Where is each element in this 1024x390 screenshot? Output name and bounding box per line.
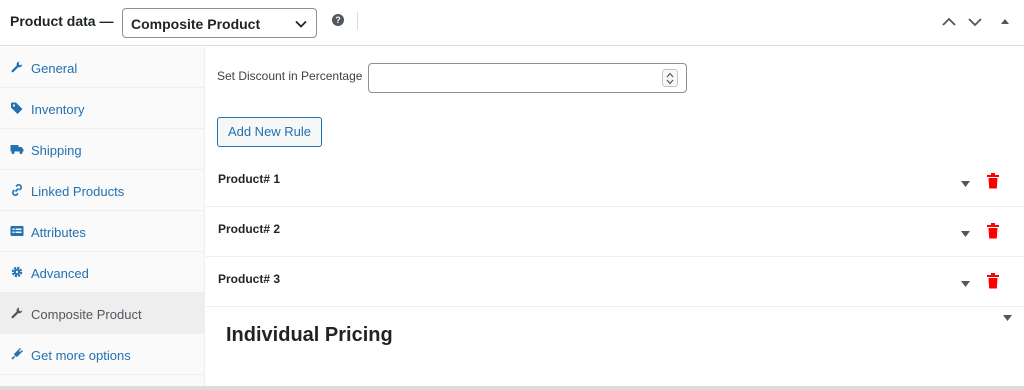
- panel-toggle-icon[interactable]: [999, 15, 1011, 27]
- discount-percentage-input[interactable]: [368, 63, 687, 93]
- rule-label: Product# 3: [218, 272, 281, 286]
- list-icon: [10, 226, 24, 236]
- tab-composite-product[interactable]: Composite Product: [0, 293, 205, 334]
- move-up-icon[interactable]: [940, 13, 958, 31]
- tab-attributes-label: Attributes: [31, 225, 86, 240]
- spin-up-icon[interactable]: [666, 72, 674, 78]
- panel-bottom-border: [0, 386, 1024, 390]
- caret-down-icon[interactable]: [961, 231, 970, 237]
- spin-down-icon[interactable]: [666, 79, 674, 85]
- individual-pricing-heading: Individual Pricing: [226, 324, 393, 346]
- rule-row[interactable]: Product# 1: [206, 157, 1024, 207]
- rule-row[interactable]: Product# 3: [206, 257, 1024, 307]
- rule-row[interactable]: Product# 2: [206, 207, 1024, 257]
- add-new-rule-button[interactable]: Add New Rule: [217, 117, 322, 147]
- gear-icon: [11, 266, 23, 278]
- trash-icon[interactable]: [986, 223, 1000, 239]
- tab-inventory[interactable]: Inventory: [0, 88, 205, 129]
- wrench-icon: [11, 307, 23, 319]
- discount-label: Set Discount in Percentage: [217, 69, 363, 83]
- tab-linked-products-label: Linked Products: [31, 184, 125, 199]
- number-spinner[interactable]: [662, 69, 678, 87]
- move-down-icon[interactable]: [966, 13, 984, 31]
- trash-icon[interactable]: [986, 273, 1000, 289]
- header-title: Product data —: [10, 13, 114, 29]
- plugin-icon: [11, 348, 23, 360]
- tab-inventory-label: Inventory: [31, 102, 85, 117]
- tab-get-more-options-label: Get more options: [31, 348, 131, 363]
- product-data-header: Product data — Composite Product ?: [0, 0, 1024, 46]
- tab-shipping[interactable]: Shipping: [0, 129, 205, 170]
- tab-general-label: General: [31, 61, 78, 76]
- caret-down-icon[interactable]: [961, 281, 970, 287]
- composite-product-panel: Set Discount in Percentage Add New Rule …: [206, 47, 1024, 390]
- product-type-value: Composite Product: [131, 16, 261, 32]
- tab-get-more-options[interactable]: Get more options: [0, 334, 205, 375]
- header-divider: [357, 12, 358, 30]
- trash-icon[interactable]: [986, 173, 1000, 189]
- help-icon[interactable]: ?: [332, 14, 344, 26]
- rule-label: Product# 2: [218, 222, 281, 236]
- wrench-icon: [11, 61, 23, 73]
- tab-advanced[interactable]: Advanced: [0, 252, 205, 293]
- product-type-select[interactable]: Composite Product: [122, 8, 317, 38]
- chevron-down-icon: [295, 20, 307, 28]
- tag-icon: [11, 102, 23, 114]
- rule-label: Product# 1: [218, 172, 281, 186]
- tab-advanced-label: Advanced: [31, 266, 89, 281]
- tab-shipping-label: Shipping: [31, 143, 82, 158]
- caret-down-icon[interactable]: [961, 181, 970, 187]
- tab-linked-products[interactable]: Linked Products: [0, 170, 205, 211]
- link-icon: [12, 184, 22, 196]
- tab-general[interactable]: General: [0, 47, 205, 88]
- tab-attributes[interactable]: Attributes: [0, 211, 205, 252]
- truck-icon: [10, 145, 24, 154]
- product-data-tabs: General Inventory Shipping Linked Produc…: [0, 47, 205, 390]
- caret-down-icon[interactable]: [1003, 315, 1012, 321]
- tab-composite-product-label: Composite Product: [31, 307, 142, 322]
